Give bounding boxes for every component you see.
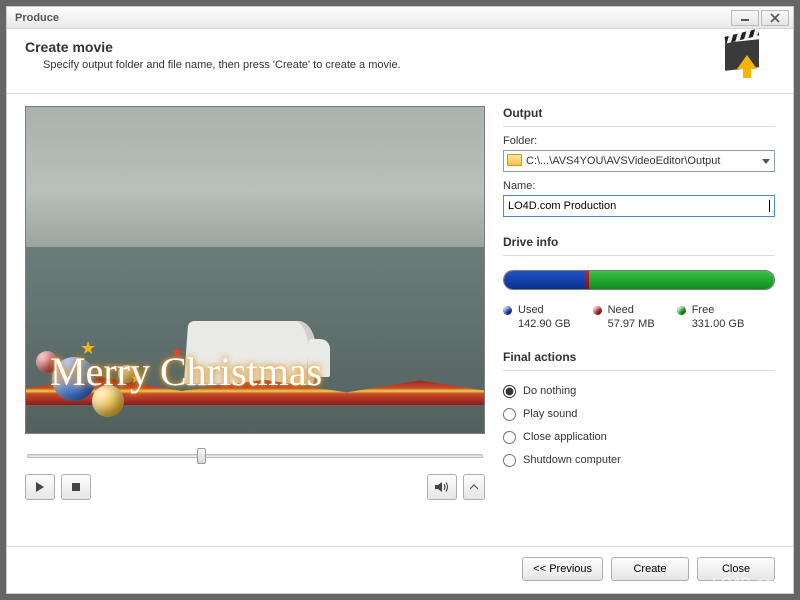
output-section-title: Output <box>503 106 775 120</box>
legend-used-label: Used <box>518 304 544 316</box>
previous-button[interactable]: << Previous <box>522 557 603 581</box>
name-input-field[interactable] <box>508 200 768 212</box>
legend-used: Used 142.90 GB <box>503 304 571 332</box>
produce-dialog: Produce Create movie Specify output fold… <box>6 6 794 594</box>
seek-slider[interactable] <box>25 448 485 464</box>
close-icon <box>770 13 780 23</box>
play-button[interactable] <box>25 474 55 500</box>
close-window-button[interactable] <box>761 10 789 26</box>
legend-need-value: 57.97 MB <box>608 318 655 332</box>
footer: << Previous Create Close <box>7 546 793 593</box>
radio-do-nothing[interactable]: Do nothing <box>503 385 775 398</box>
name-label: Name: <box>503 180 775 192</box>
drive-legend: Used 142.90 GB Need 57.97 MB Free 331.00 GB <box>503 304 775 332</box>
folder-value: C:\...\AVS4YOU\AVSVideoEditor\Output <box>526 155 720 167</box>
dot-green-icon <box>677 306 686 315</box>
folder-label: Folder: <box>503 135 775 147</box>
header-title: Create movie <box>25 39 719 55</box>
playback-controls <box>25 474 485 500</box>
header-text: Create movie Specify output folder and f… <box>25 39 719 71</box>
legend-free-label: Free <box>692 304 715 316</box>
create-button[interactable]: Create <box>611 557 689 581</box>
preview-panel: ★★★ Merry Christmas <box>25 106 485 540</box>
drive-used-segment <box>504 271 585 289</box>
final-actions-group: Do nothing Play sound Close application … <box>503 385 775 467</box>
minimize-button[interactable] <box>731 10 759 26</box>
driveinfo-section-title: Drive info <box>503 235 775 249</box>
close-button[interactable]: Close <box>697 557 775 581</box>
movie-export-icon <box>719 39 769 81</box>
finalactions-section-title: Final actions <box>503 350 775 364</box>
stop-icon <box>71 482 81 492</box>
titlebar: Produce <box>7 7 793 29</box>
seek-thumb[interactable] <box>197 448 206 464</box>
settings-panel: Output Folder: C:\...\AVS4YOU\AVSVideoEd… <box>503 106 775 540</box>
volume-icon <box>435 481 449 493</box>
legend-free: Free 331.00 GB <box>677 304 745 332</box>
volume-button[interactable] <box>427 474 457 500</box>
chevron-up-icon <box>470 483 478 491</box>
minimize-icon <box>740 14 750 22</box>
play-icon <box>35 482 45 492</box>
drive-free-segment <box>589 271 774 289</box>
stop-button[interactable] <box>61 474 91 500</box>
video-preview[interactable]: ★★★ Merry Christmas <box>25 106 485 434</box>
name-input[interactable] <box>503 195 775 217</box>
header: Create movie Specify output folder and f… <box>7 29 793 94</box>
legend-need-label: Need <box>608 304 634 316</box>
radio-shutdown-computer[interactable]: Shutdown computer <box>503 454 775 467</box>
folder-combo[interactable]: C:\...\AVS4YOU\AVSVideoEditor\Output <box>503 150 775 172</box>
header-subtitle: Specify output folder and file name, the… <box>43 59 719 71</box>
legend-free-value: 331.00 GB <box>692 318 745 332</box>
window-title: Produce <box>15 12 729 24</box>
radio-close-application[interactable]: Close application <box>503 431 775 444</box>
radio-play-sound[interactable]: Play sound <box>503 408 775 421</box>
drive-usage-bar <box>503 270 775 290</box>
legend-used-value: 142.90 GB <box>518 318 571 332</box>
more-playback-button[interactable] <box>463 474 485 500</box>
chevron-down-icon <box>762 159 770 164</box>
legend-need: Need 57.97 MB <box>593 304 655 332</box>
dot-blue-icon <box>503 306 512 315</box>
folder-icon <box>507 154 522 166</box>
dot-red-icon <box>593 306 602 315</box>
content: ★★★ Merry Christmas <box>7 94 793 546</box>
